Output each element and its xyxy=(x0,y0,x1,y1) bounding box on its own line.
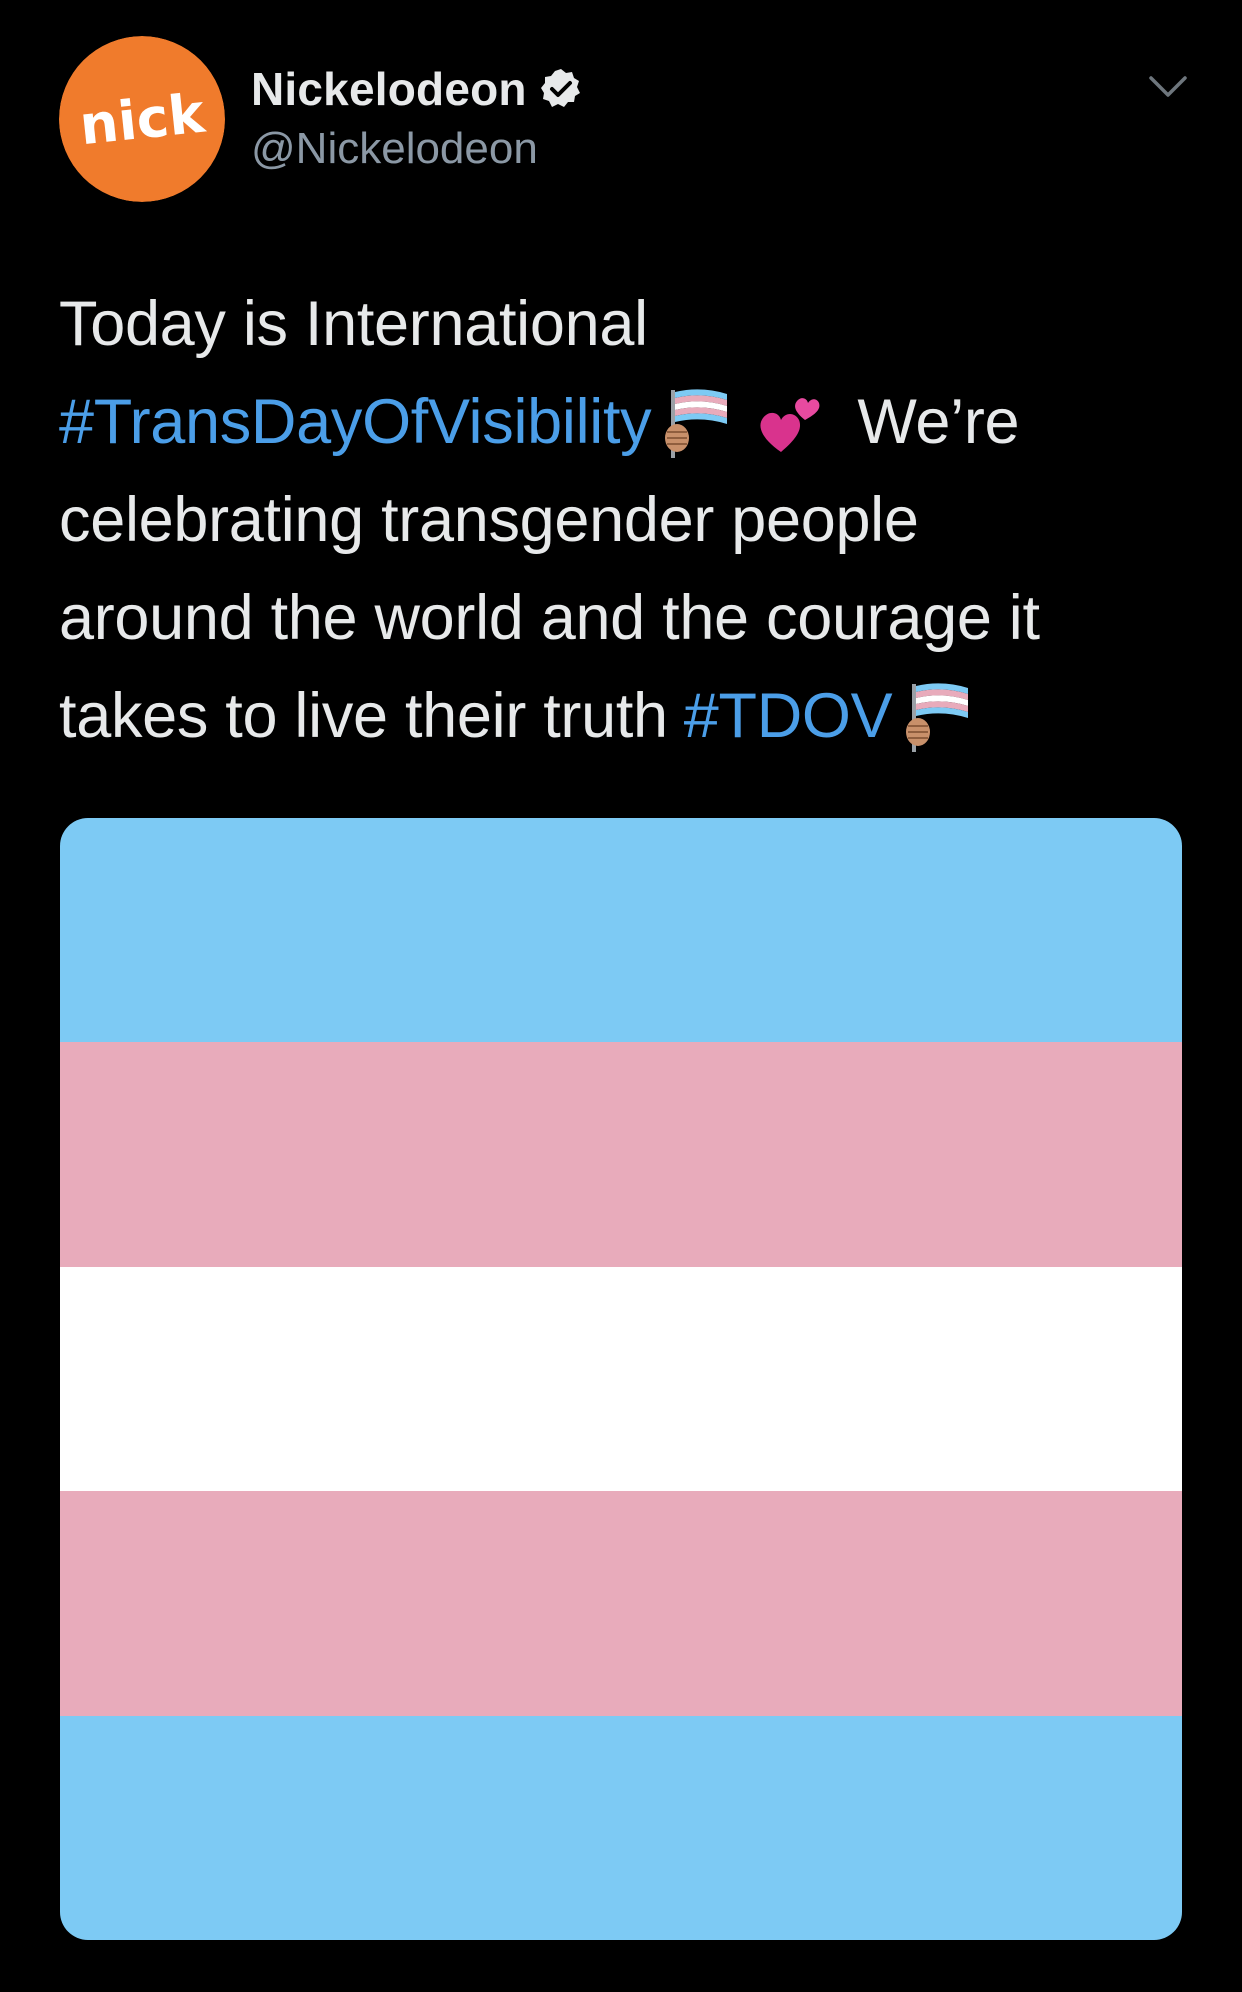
media-image-transgender-flag[interactable] xyxy=(60,818,1182,1940)
flag-stripe-white xyxy=(60,1266,1182,1492)
flag-stripe-pink xyxy=(60,1491,1182,1716)
two-hearts-icon xyxy=(760,398,820,452)
tweet-line: Today is International xyxy=(59,289,648,359)
tweet-line: celebrating transgender people xyxy=(59,485,919,555)
tweet-line: #TransDayOfVisibility We’re xyxy=(59,373,1189,471)
tweet: nick Nickelodeon @Nickelodeon Today is I… xyxy=(0,0,1242,1992)
display-name[interactable]: Nickelodeon xyxy=(251,62,527,116)
handle[interactable]: @Nickelodeon xyxy=(251,124,538,174)
transgender-flag-icon xyxy=(906,683,969,752)
flag-stripe-blue xyxy=(60,818,1182,1043)
svg-text:nick: nick xyxy=(77,82,209,158)
tweet-line: around the world and the courage it xyxy=(59,583,1040,653)
chevron-down-icon[interactable] xyxy=(1147,70,1189,104)
hashtag-link[interactable]: #TransDayOfVisibility xyxy=(59,373,652,471)
verified-badge-icon xyxy=(540,69,580,107)
tweet-text: Today is International #TransDayOfVisibi… xyxy=(59,275,1189,765)
flag-stripe-pink xyxy=(60,1042,1182,1267)
transgender-flag-icon xyxy=(665,389,728,458)
tweet-line: takes to live their truth #TDOV xyxy=(59,667,1189,765)
hashtag-link[interactable]: #TDOV xyxy=(684,667,893,765)
name-row: Nickelodeon xyxy=(251,60,583,118)
avatar[interactable]: nick xyxy=(59,36,225,202)
flag-stripe-blue xyxy=(60,1715,1182,1940)
